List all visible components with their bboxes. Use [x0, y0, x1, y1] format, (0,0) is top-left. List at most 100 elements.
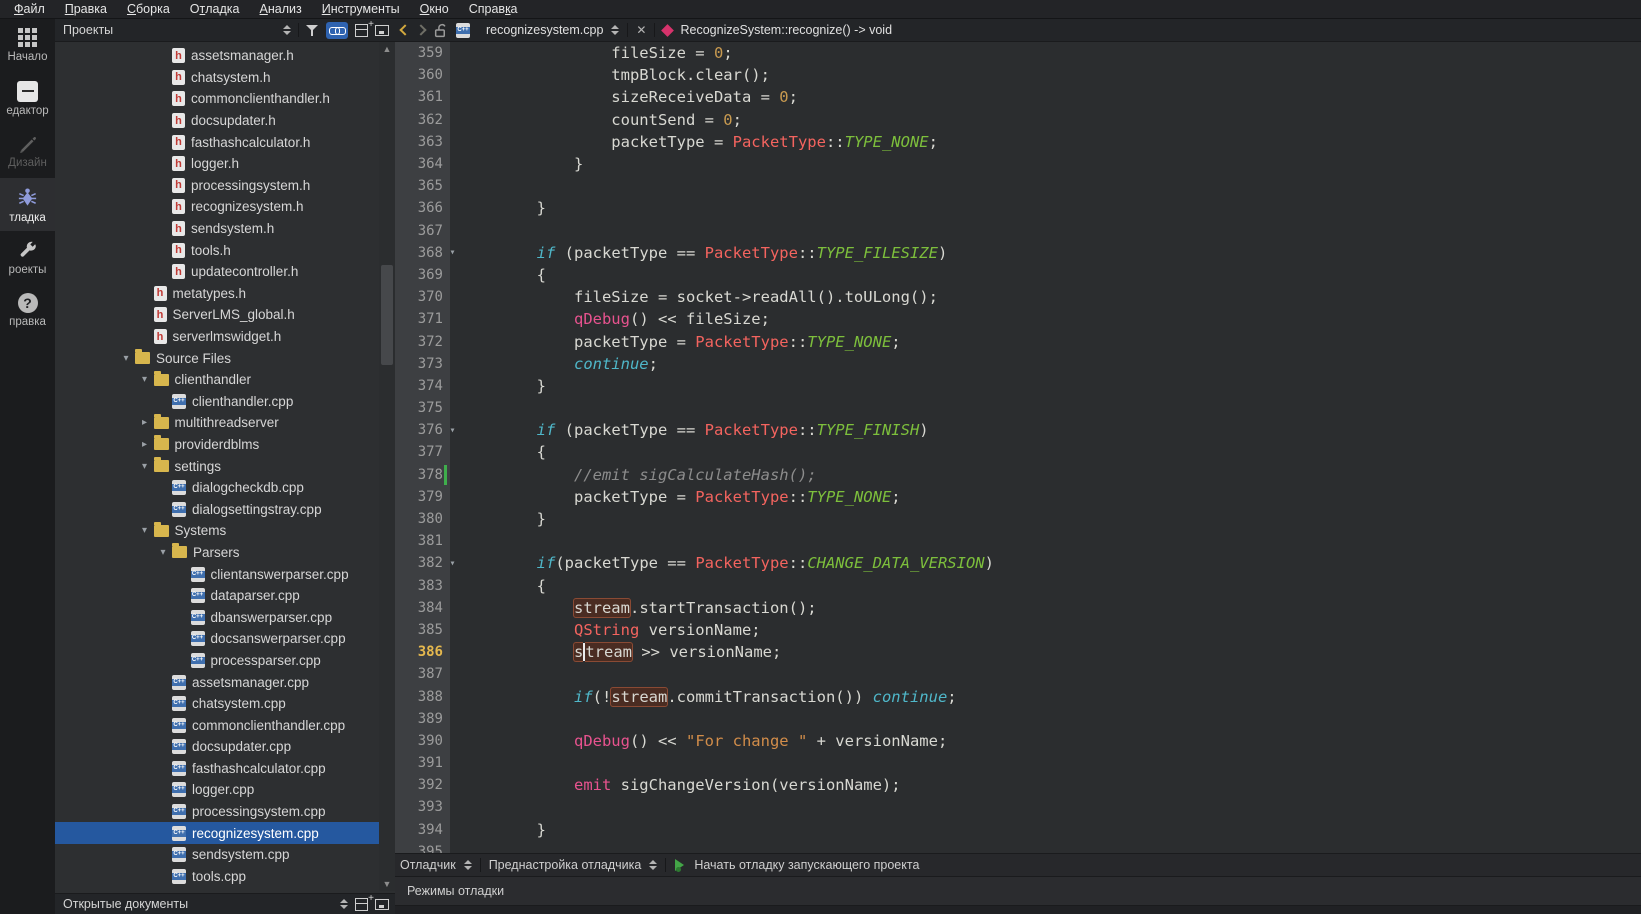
line-number[interactable]: 375: [395, 400, 443, 416]
code-line[interactable]: 372 packetType = PacketType::TYPE_NONE;: [395, 330, 1641, 352]
tree-item[interactable]: C++fasthashcalculator.cpp: [55, 758, 379, 780]
menu-item-help[interactable]: Справка: [459, 0, 528, 19]
open-file-name[interactable]: recognizesystem.cpp: [486, 23, 603, 37]
line-number[interactable]: 372: [395, 334, 443, 350]
code-line[interactable]: 371 qDebug() << fileSize;: [395, 308, 1641, 330]
start-debug-label[interactable]: Начать отладку запускающего проекта: [694, 858, 919, 872]
tree-item[interactable]: hfasthashcalculator.h: [55, 131, 379, 153]
tree-item[interactable]: hServerLMS_global.h: [55, 304, 379, 326]
code-line[interactable]: 363 packetType = PacketType::TYPE_NONE;: [395, 131, 1641, 153]
line-number[interactable]: 392: [395, 777, 443, 793]
tree-expander-icon[interactable]: ▾: [136, 374, 154, 385]
navigate-forward-icon[interactable]: [415, 24, 426, 35]
split-panel-icon[interactable]: [355, 898, 368, 911]
code-line[interactable]: 374 }: [395, 375, 1641, 397]
line-number[interactable]: 378: [395, 467, 443, 483]
tree-item[interactable]: hdocsupdater.h: [55, 110, 379, 132]
tree-expander-icon[interactable]: ▾: [136, 525, 154, 536]
hide-panel-icon[interactable]: [375, 25, 389, 36]
split-panel-icon[interactable]: [355, 24, 368, 37]
code-line[interactable]: 376▾ if (packetType == PacketType::TYPE_…: [395, 419, 1641, 441]
line-number[interactable]: 377: [395, 444, 443, 460]
tree-item[interactable]: ▸multithreadserver: [55, 412, 379, 434]
mode-projects[interactable]: роекты: [0, 231, 55, 284]
tree-item[interactable]: hrecognizesystem.h: [55, 196, 379, 218]
line-number[interactable]: 384: [395, 600, 443, 616]
tree-expander-icon[interactable]: ▾: [136, 461, 154, 472]
tree-item[interactable]: htools.h: [55, 239, 379, 261]
panel-selector-icon[interactable]: [283, 25, 291, 35]
code-line[interactable]: 365: [395, 175, 1641, 197]
code-line[interactable]: 382▾ if(packetType == PacketType::CHANGE…: [395, 552, 1641, 574]
line-number[interactable]: 376: [395, 422, 443, 438]
menu-item-debug[interactable]: Отладка: [180, 0, 250, 19]
tree-item[interactable]: C++logger.cpp: [55, 779, 379, 801]
line-number[interactable]: 380: [395, 511, 443, 527]
tree-item[interactable]: C++assetsmanager.cpp: [55, 671, 379, 693]
code-line[interactable]: 395: [395, 841, 1641, 853]
line-number[interactable]: 386: [395, 644, 443, 660]
tree-expander-icon[interactable]: ▾: [154, 547, 172, 558]
line-number[interactable]: 366: [395, 200, 443, 216]
tree-item[interactable]: C++dialogcheckdb.cpp: [55, 477, 379, 499]
tree-item[interactable]: C++clientanswerparser.cpp: [55, 563, 379, 585]
code-line[interactable]: 388 if(!stream.commitTransaction()) cont…: [395, 685, 1641, 707]
line-number[interactable]: 391: [395, 755, 443, 771]
sync-with-editor-icon[interactable]: [326, 22, 348, 39]
line-number[interactable]: 381: [395, 533, 443, 549]
menu-item-edit[interactable]: Правка: [55, 0, 117, 19]
tree-item[interactable]: hmetatypes.h: [55, 283, 379, 305]
fold-marker-icon[interactable]: ▾: [443, 247, 462, 258]
code-line[interactable]: 384 stream.startTransaction();: [395, 597, 1641, 619]
tree-item[interactable]: hserverlmswidget.h: [55, 326, 379, 348]
mode-help[interactable]: ? правка: [0, 284, 55, 337]
code-line[interactable]: 360 tmpBlock.clear();: [395, 64, 1641, 86]
code-line[interactable]: 380 }: [395, 508, 1641, 530]
menu-item-window[interactable]: Окно: [410, 0, 459, 19]
code-line[interactable]: 366 }: [395, 197, 1641, 219]
tree-item[interactable]: ▾Systems: [55, 520, 379, 542]
line-number[interactable]: 374: [395, 378, 443, 394]
mode-editor[interactable]: едактор: [0, 72, 55, 125]
menu-item-tools[interactable]: Инструменты: [312, 0, 410, 19]
code-line[interactable]: 379 packetType = PacketType::TYPE_NONE;: [395, 486, 1641, 508]
panel-selector-icon[interactable]: [340, 899, 348, 909]
line-number[interactable]: 371: [395, 311, 443, 327]
line-number[interactable]: 359: [395, 45, 443, 61]
code-line[interactable]: 392 emit sigChangeVersion(versionName);: [395, 774, 1641, 796]
start-debug-icon[interactable]: [674, 859, 686, 871]
debugger-label[interactable]: Отладчик: [400, 858, 456, 872]
project-tree[interactable]: hassetsmanager.hhchatsystem.hhcommonclie…: [55, 42, 379, 893]
current-symbol[interactable]: RecognizeSystem::recognize() -> void: [680, 23, 892, 37]
tree-item[interactable]: C++commonclienthandler.cpp: [55, 714, 379, 736]
debugger-selector-icon[interactable]: [464, 860, 472, 870]
tree-item[interactable]: ▾clienthandler: [55, 369, 379, 391]
code-line[interactable]: 387: [395, 663, 1641, 685]
tree-item[interactable]: C++docsupdater.cpp: [55, 736, 379, 758]
line-number[interactable]: 370: [395, 289, 443, 305]
mode-debug[interactable]: тладка: [0, 178, 55, 231]
code-lines[interactable]: 359 fileSize = 0;360 tmpBlock.clear();36…: [395, 42, 1641, 853]
mode-welcome[interactable]: Начало: [0, 19, 55, 72]
document-selector-icon[interactable]: [611, 25, 619, 35]
tree-item[interactable]: C++dbanswerparser.cpp: [55, 606, 379, 628]
code-line[interactable]: 362 countSend = 0;: [395, 109, 1641, 131]
fold-marker-icon[interactable]: ▾: [443, 558, 462, 569]
line-number[interactable]: 385: [395, 622, 443, 638]
code-line[interactable]: 390 qDebug() << "For change " + versionN…: [395, 730, 1641, 752]
tree-item[interactable]: C++docsanswerparser.cpp: [55, 628, 379, 650]
code-line[interactable]: 391: [395, 752, 1641, 774]
filter-icon[interactable]: [306, 24, 319, 37]
line-number[interactable]: 368: [395, 245, 443, 261]
tree-item[interactable]: ▾Parsers: [55, 542, 379, 564]
tree-expander-icon[interactable]: ▸: [136, 417, 154, 428]
code-line[interactable]: 389: [395, 708, 1641, 730]
tree-item[interactable]: C++clienthandler.cpp: [55, 391, 379, 413]
tree-item[interactable]: hchatsystem.h: [55, 67, 379, 89]
code-line[interactable]: 375: [395, 397, 1641, 419]
navigate-back-icon[interactable]: [399, 24, 410, 35]
hide-panel-icon[interactable]: [375, 899, 389, 910]
line-number[interactable]: 382: [395, 555, 443, 571]
menu-item-build[interactable]: Сборка: [117, 0, 180, 19]
line-number[interactable]: 369: [395, 267, 443, 283]
